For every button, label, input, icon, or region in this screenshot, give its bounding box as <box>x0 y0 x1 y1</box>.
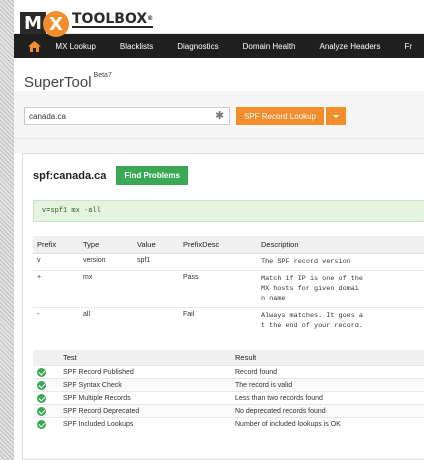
search-bar: ✱ SPF Record Lookup <box>14 91 424 139</box>
cell-test: SPF Multiple Records <box>59 391 231 405</box>
status-cell <box>33 417 59 431</box>
table-row: v version spf1 The SPF record version <box>33 253 424 271</box>
asterisk-icon: ✱ <box>215 110 225 122</box>
nav-blacklists[interactable]: Blacklists <box>108 42 165 51</box>
page: M X TOOLBOX® MX Lookup Blacklists Diagno… <box>14 0 424 460</box>
cell-result: No deprecated records found <box>231 404 424 418</box>
table-row: SPF Included Lookups Number of included … <box>33 417 424 431</box>
home-icon <box>28 40 42 52</box>
cell-value: spf1 <box>133 253 179 271</box>
status-cell <box>33 378 59 392</box>
cell-description: The SPF record version <box>257 253 424 271</box>
cell-prefixdesc: Pass <box>179 270 257 308</box>
table-row: SPF Syntax Check The record is valid <box>33 378 424 392</box>
nav-free[interactable]: Fr <box>392 42 424 51</box>
page-title: SuperTool Beta7 <box>24 72 112 91</box>
col-test: Test <box>59 350 231 366</box>
status-cell <box>33 365 59 379</box>
spf-record-lookup-button[interactable]: SPF Record Lookup <box>236 107 324 125</box>
col-status <box>33 350 59 366</box>
find-problems-button[interactable]: Find Problems <box>116 166 188 185</box>
cell-prefix: v <box>33 253 79 271</box>
cell-prefixdesc: Fail <box>179 307 257 334</box>
cell-value <box>133 270 179 308</box>
logo-x-circle: X <box>43 11 69 37</box>
check-circle-icon <box>37 380 46 390</box>
table-row: SPF Record Deprecated No deprecated reco… <box>33 404 424 418</box>
cell-type: version <box>79 253 133 271</box>
cell-prefix: + <box>33 270 79 308</box>
check-circle-icon <box>37 393 46 403</box>
col-value: Value <box>133 236 179 254</box>
cell-test: SPF Record Published <box>59 365 231 379</box>
lookup-dropdown-toggle[interactable] <box>326 107 346 125</box>
logo-text: TOOLBOX® <box>72 11 154 28</box>
table-row: - all Fail Always matches. It goes a t t… <box>33 307 424 334</box>
status-cell <box>33 404 59 418</box>
page-title-text: SuperTool <box>24 74 92 91</box>
result-title: spf:canada.ca <box>33 169 107 182</box>
domain-search-input[interactable] <box>24 107 230 125</box>
table-row: + mx Pass Match if IP is one of the MX h… <box>33 270 424 308</box>
spf-record-text: v=spf1 mx -all <box>33 200 424 222</box>
logo-registered-mark: ® <box>147 15 154 22</box>
cell-result: Record found <box>231 365 424 379</box>
col-description: Description <box>257 236 424 254</box>
site-header: M X TOOLBOX® <box>14 0 424 37</box>
table-row: SPF Record Published Record found <box>33 365 424 379</box>
nav-mx-lookup[interactable]: MX Lookup <box>55 42 107 51</box>
cell-result: Less than two records found <box>231 391 424 405</box>
check-circle-icon <box>37 406 46 416</box>
chevron-down-icon <box>333 114 339 118</box>
cell-prefixdesc <box>179 253 257 271</box>
cell-test: SPF Record Deprecated <box>59 404 231 418</box>
nav-diagnostics[interactable]: Diagnostics <box>165 42 230 51</box>
content-background <box>14 139 424 153</box>
nav-domain-health[interactable]: Domain Health <box>231 42 308 51</box>
check-circle-icon <box>37 367 46 377</box>
check-circle-icon <box>37 419 46 429</box>
beta-badge: Beta7 <box>93 72 112 79</box>
result-header: spf:canada.ca Find Problems <box>33 166 188 185</box>
col-type: Type <box>79 236 133 254</box>
spf-breakdown-table: Prefix Type Value PrefixDesc Description… <box>33 236 424 334</box>
cell-type: all <box>79 307 133 334</box>
cell-test: SPF Syntax Check <box>59 378 231 392</box>
logo-text-label: TOOLBOX <box>72 11 148 27</box>
col-result: Result <box>231 350 424 366</box>
cell-prefix: - <box>33 307 79 334</box>
nav-analyze-headers[interactable]: Analyze Headers <box>308 42 393 51</box>
cell-test: SPF Included Lookups <box>59 417 231 431</box>
spf-tests-table: Test Result SPF Record Published Record … <box>33 350 424 431</box>
cell-result: The record is valid <box>231 378 424 392</box>
cell-description: Match if IP is one of the MX hosts for g… <box>257 270 424 308</box>
cell-type: mx <box>79 270 133 308</box>
cell-value <box>133 307 179 334</box>
main-nav: MX Lookup Blacklists Diagnostics Domain … <box>14 34 424 58</box>
result-panel: spf:canada.ca Find Problems v=spf1 mx -a… <box>22 153 424 460</box>
status-cell <box>33 391 59 405</box>
col-prefix: Prefix <box>33 236 79 254</box>
mxtoolbox-logo[interactable]: M X TOOLBOX® <box>20 0 154 37</box>
cell-result: Number of included lookups is OK <box>231 417 424 431</box>
col-prefixdesc: PrefixDesc <box>179 236 257 254</box>
table-row: SPF Multiple Records Less than two recor… <box>33 391 424 405</box>
nav-home[interactable] <box>14 34 55 58</box>
cell-description: Always matches. It goes a t the end of y… <box>257 307 424 334</box>
left-edge-strip <box>0 0 14 460</box>
